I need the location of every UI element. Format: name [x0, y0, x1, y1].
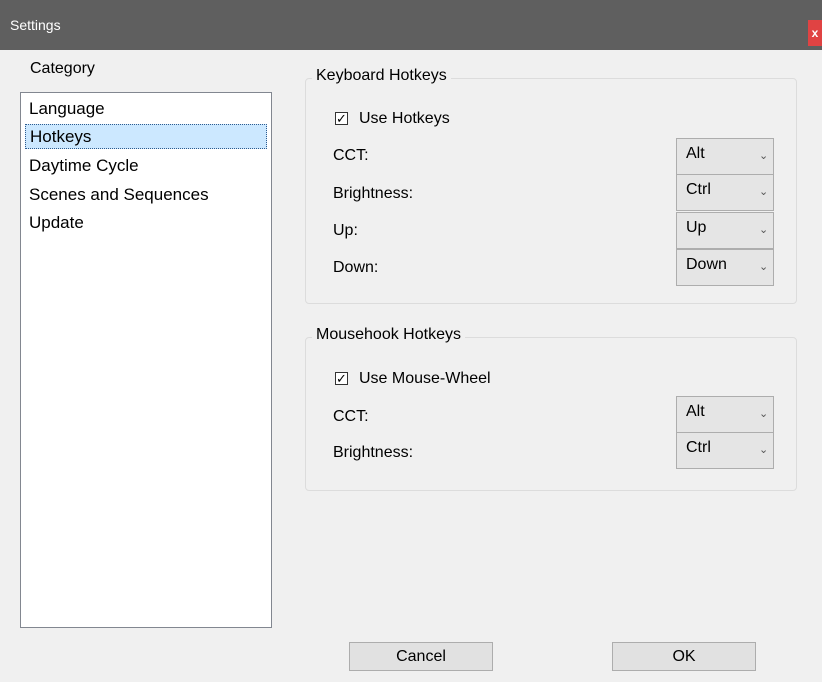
down-hotkey-value: Down	[686, 256, 727, 273]
settings-window: Settings x Category Language Hotkeys Day…	[0, 0, 822, 682]
checkbox-checked-icon[interactable]: ✓	[335, 112, 348, 125]
ok-button[interactable]: OK	[612, 642, 756, 671]
up-hotkey-value: Up	[686, 219, 707, 236]
chevron-down-icon: ⌄	[759, 224, 769, 236]
category-item-hotkeys[interactable]: Hotkeys	[25, 124, 267, 149]
brightness-hotkey-select[interactable]: Ctrl ⌄	[676, 174, 774, 211]
mouse-brightness-select[interactable]: Ctrl ⌄	[676, 432, 774, 469]
close-button[interactable]: x	[808, 20, 822, 46]
use-hotkeys-label: Use Hotkeys	[359, 110, 450, 127]
up-label: Up:	[333, 222, 358, 239]
close-icon: x	[811, 26, 819, 40]
category-item-scenes-and-sequences[interactable]: Scenes and Sequences	[29, 182, 209, 207]
category-item-update[interactable]: Update	[29, 210, 84, 235]
cancel-button[interactable]: Cancel	[349, 642, 493, 671]
cct-label: CCT:	[333, 147, 369, 164]
mouse-cct-value: Alt	[686, 403, 705, 420]
keyboard-hotkeys-title: Keyboard Hotkeys	[312, 67, 451, 85]
category-item-language[interactable]: Language	[29, 96, 105, 121]
chevron-down-icon: ⌄	[759, 261, 769, 273]
title-bar[interactable]: Settings x	[0, 0, 822, 50]
checkbox-checked-icon[interactable]: ✓	[335, 372, 348, 385]
up-hotkey-select[interactable]: Up ⌄	[676, 212, 774, 249]
cct-hotkey-value: Alt	[686, 145, 705, 162]
chevron-down-icon: ⌄	[759, 444, 769, 456]
down-hotkey-select[interactable]: Down ⌄	[676, 249, 774, 286]
category-item-daytime-cycle[interactable]: Daytime Cycle	[29, 153, 139, 178]
use-mouse-wheel-label: Use Mouse-Wheel	[359, 370, 491, 387]
cct-hotkey-select[interactable]: Alt ⌄	[676, 138, 774, 175]
brightness-hotkey-value: Ctrl	[686, 181, 711, 198]
window-title: Settings	[10, 17, 61, 33]
down-label: Down:	[333, 259, 379, 276]
mousehook-hotkeys-title: Mousehook Hotkeys	[312, 326, 465, 344]
category-label: Category	[30, 60, 95, 77]
mouse-brightness-label: Brightness:	[333, 444, 414, 461]
category-list[interactable]: Language Hotkeys Daytime Cycle Scenes an…	[20, 92, 272, 628]
chevron-down-icon: ⌄	[759, 408, 769, 420]
chevron-down-icon: ⌄	[759, 186, 769, 198]
brightness-label: Brightness:	[333, 185, 414, 202]
mouse-cct-label: CCT:	[333, 408, 369, 425]
mouse-brightness-value: Ctrl	[686, 439, 711, 456]
chevron-down-icon: ⌄	[759, 150, 769, 162]
mouse-cct-select[interactable]: Alt ⌄	[676, 396, 774, 433]
